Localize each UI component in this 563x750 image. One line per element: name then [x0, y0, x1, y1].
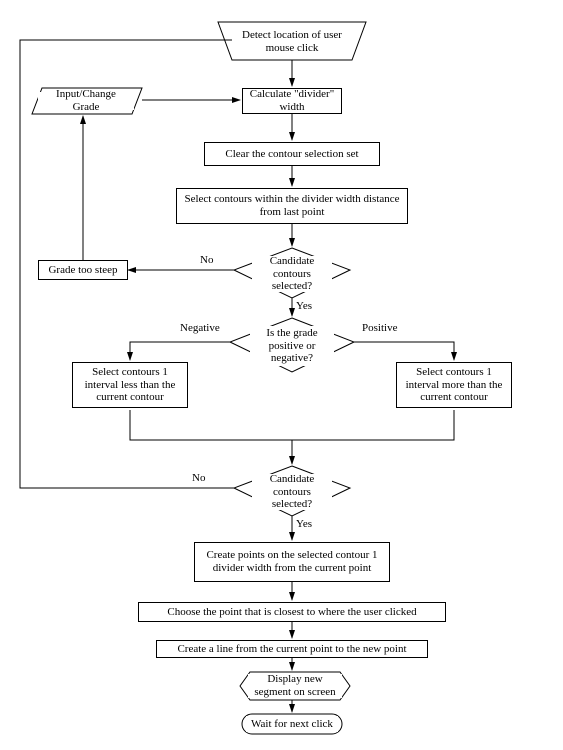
label-no1: No — [200, 254, 213, 266]
node-display: Display new segment on screen — [248, 674, 342, 698]
label-negative: Negative — [180, 322, 220, 334]
node-grade-sign: Is the grade positive or negative? — [250, 326, 334, 366]
node-select-less: Select contours 1 interval less than the… — [72, 362, 188, 408]
node-select-more: Select contours 1 interval more than the… — [396, 362, 512, 408]
node-input-grade: Input/Change Grade — [38, 92, 134, 110]
node-detect: Detect location of user mouse click — [232, 26, 352, 58]
node-clear-selection: Clear the contour selection set — [204, 142, 380, 166]
node-decision1: Candidate contours selected? — [252, 256, 332, 292]
node-calc-divider: Calculate "divider" width — [242, 88, 342, 114]
node-create-line: Create a line from the current point to … — [156, 640, 428, 658]
node-create-points: Create points on the selected contour 1 … — [194, 542, 390, 582]
node-wait: Wait for next click — [246, 716, 338, 732]
label-positive: Positive — [362, 322, 397, 334]
node-choose-point: Choose the point that is closest to wher… — [138, 602, 446, 622]
label-no2: No — [192, 472, 205, 484]
node-select-within: Select contours within the divider width… — [176, 188, 408, 224]
node-grade-steep: Grade too steep — [38, 260, 128, 280]
label-yes1: Yes — [296, 300, 312, 312]
node-decision2: Candidate contours selected? — [252, 474, 332, 510]
label-yes2: Yes — [296, 518, 312, 530]
